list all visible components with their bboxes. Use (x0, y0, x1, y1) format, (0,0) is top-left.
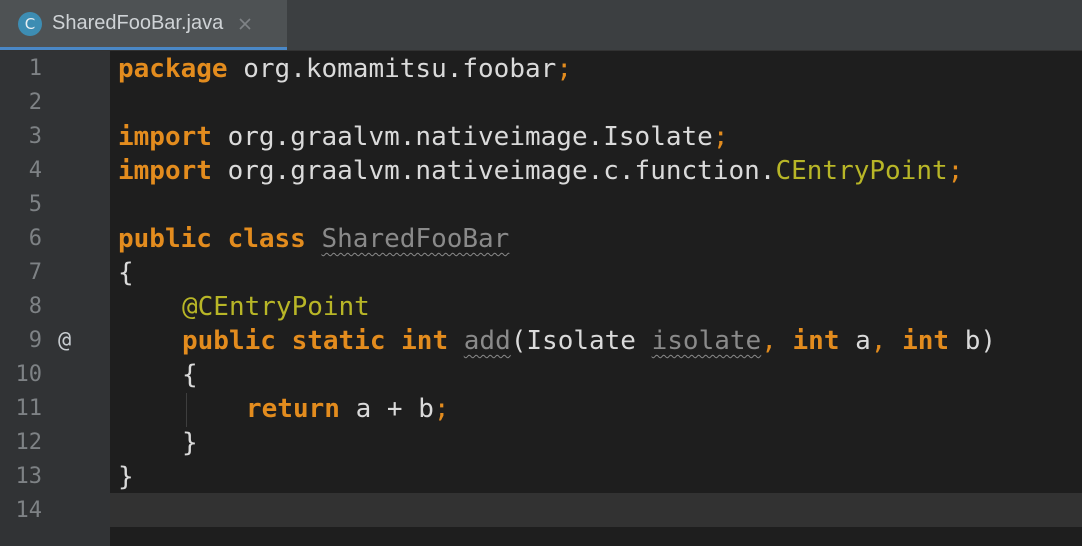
indent-guide (186, 393, 187, 427)
keyword: int (792, 326, 840, 356)
class-name: SharedFooBar (321, 224, 510, 254)
import-path: org.graalvm.nativeimage.Isolate (211, 122, 713, 152)
code-line-8: @CEntryPoint (182, 290, 370, 324)
comma: , (761, 326, 777, 356)
param-name: a (839, 326, 871, 356)
current-line-highlight (110, 493, 1082, 527)
editor-tab-bar: C SharedFooBar.java (0, 0, 1082, 51)
semicolon: ; (556, 54, 572, 84)
line-number: 9 (28, 328, 42, 353)
comma: , (870, 326, 887, 356)
code-line-9: public static int add(Isolate isolate, i… (182, 324, 996, 358)
code-line-10: { (182, 358, 198, 392)
expression: a + b (339, 394, 434, 424)
keyword: public static int (182, 326, 449, 356)
brace: } (118, 462, 134, 492)
code-line-13: } (118, 460, 134, 494)
tab-title: SharedFooBar.java (52, 12, 224, 34)
line-number: 12 (15, 430, 43, 455)
param-name: isolate (651, 326, 762, 356)
entry-point-gutter-icon[interactable]: @ (58, 324, 71, 358)
line-number: 1 (28, 56, 42, 81)
semicolon: ; (947, 156, 964, 186)
param-type: (Isolate (510, 326, 652, 356)
code-line-6: public class SharedFooBar (118, 222, 509, 256)
line-number: 8 (28, 294, 42, 319)
method-name: add (463, 326, 511, 356)
keyword: package (118, 54, 228, 84)
semicolon: ; (712, 122, 729, 152)
keyword: return (246, 394, 340, 424)
line-number: 11 (15, 396, 43, 421)
line-number: 5 (28, 192, 42, 217)
code-line-3: import org.graalvm.nativeimage.Isolate; (118, 120, 728, 154)
line-number: 7 (28, 260, 42, 285)
keyword: int (902, 326, 950, 356)
brace: } (182, 428, 198, 458)
package-name: org.komamitsu.foobar (227, 54, 557, 84)
line-number: 4 (28, 158, 42, 183)
param-name: b) (949, 326, 997, 356)
keyword: import (118, 122, 212, 152)
close-icon[interactable] (237, 16, 253, 32)
brace: { (118, 258, 134, 288)
java-class-icon: C (18, 11, 42, 36)
line-number: 10 (15, 362, 43, 387)
import-path: org.graalvm.nativeimage.c.function. (211, 156, 776, 186)
line-number: 3 (28, 124, 42, 149)
code-line-7: { (118, 256, 134, 290)
keyword: import (118, 156, 212, 186)
line-number: 14 (15, 498, 43, 523)
brace: { (182, 360, 198, 390)
annotation-class-ref: CEntryPoint (775, 156, 948, 186)
line-number: 6 (28, 226, 42, 251)
line-number: 2 (28, 90, 42, 115)
keyword: public class (118, 224, 306, 254)
code-line-11: return a + b; (246, 392, 450, 426)
annotation: @CEntryPoint (182, 292, 370, 322)
tab-sharedfoobar-java[interactable]: C SharedFooBar.java (0, 0, 287, 50)
line-number: 13 (15, 464, 43, 489)
semicolon: ; (433, 394, 450, 424)
code-line-4: import org.graalvm.nativeimage.c.functio… (118, 154, 963, 188)
code-line-1: package org.komamitsu.foobar; (118, 52, 572, 86)
code-line-12: } (182, 426, 198, 460)
